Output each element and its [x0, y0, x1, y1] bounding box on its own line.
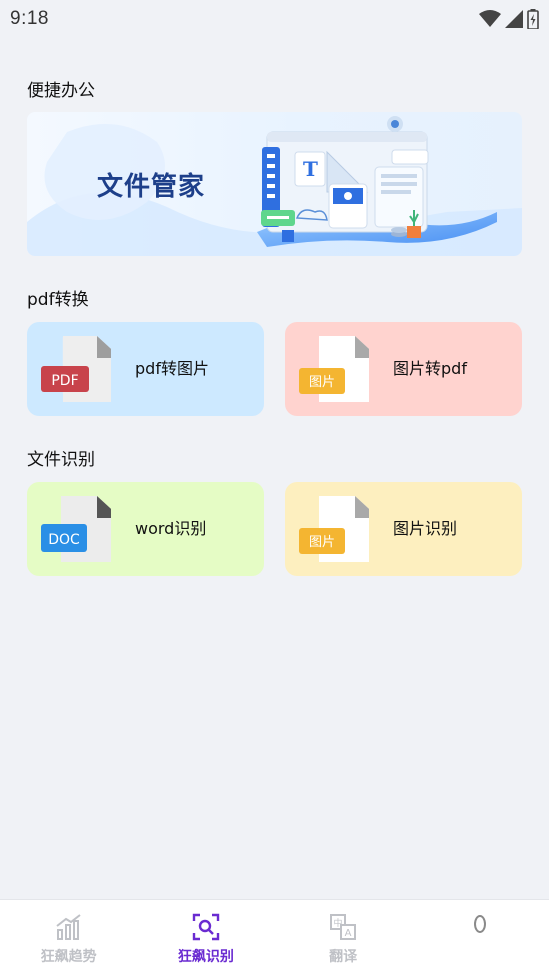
svg-text:PDF: PDF: [51, 373, 78, 389]
status-bar: 9:18: [0, 0, 549, 38]
doc-file-icon: DOC: [41, 496, 111, 562]
word-recognize-card[interactable]: DOC word识别: [27, 482, 264, 576]
pdf-to-image-label: pdf转图片: [135, 359, 209, 378]
banner-title: 文件管家: [97, 172, 206, 202]
image-recognize-card[interactable]: 图片 图片识别: [285, 482, 522, 576]
image-file-icon: 图片: [299, 496, 369, 562]
svg-text:图片: 图片: [309, 535, 335, 550]
tab-recognize[interactable]: 狂飙识别: [137, 900, 274, 976]
wifi-icon: [479, 10, 501, 27]
word-recognize-label: word识别: [135, 519, 207, 538]
tab-translate[interactable]: 中 A 翻译: [275, 900, 412, 976]
section-title-office: 便捷办公: [27, 81, 95, 101]
section-title-pdf: pdf转换: [27, 290, 89, 310]
pdf-file-icon: PDF: [41, 336, 111, 402]
scan-search-icon: [192, 913, 220, 941]
profile-icon: [474, 915, 487, 933]
tab-trend[interactable]: 狂飙趋势: [0, 900, 137, 976]
status-time: 9:18: [10, 8, 49, 29]
svg-text:图片: 图片: [309, 375, 335, 390]
image-to-pdf-label: 图片转pdf: [393, 359, 467, 378]
battery-icon: [527, 9, 539, 29]
translate-icon: 中 A: [330, 914, 357, 940]
image-to-pdf-card[interactable]: 图片 图片转pdf: [285, 322, 522, 416]
tab-trend-label: 狂飙趋势: [40, 949, 97, 965]
tab-recognize-label: 狂飙识别: [177, 949, 234, 965]
chart-icon: [56, 914, 81, 940]
tab-profile[interactable]: [412, 900, 549, 976]
image-file-icon: 图片: [299, 336, 369, 402]
status-icons: [479, 9, 539, 29]
pdf-to-image-card[interactable]: PDF pdf转图片: [27, 322, 264, 416]
file-manager-banner[interactable]: T 文件管家: [27, 112, 522, 256]
tab-translate-label: 翻译: [329, 949, 358, 965]
bottom-tab-bar: 狂飙趋势 狂飙识别 中 A 翻译: [0, 899, 549, 976]
svg-text:T: T: [303, 157, 318, 181]
signal-icon: [505, 10, 523, 28]
section-title-recognize: 文件识别: [27, 450, 95, 470]
svg-text:A: A: [345, 928, 352, 939]
svg-text:DOC: DOC: [48, 532, 80, 548]
image-recognize-label: 图片识别: [393, 519, 458, 538]
